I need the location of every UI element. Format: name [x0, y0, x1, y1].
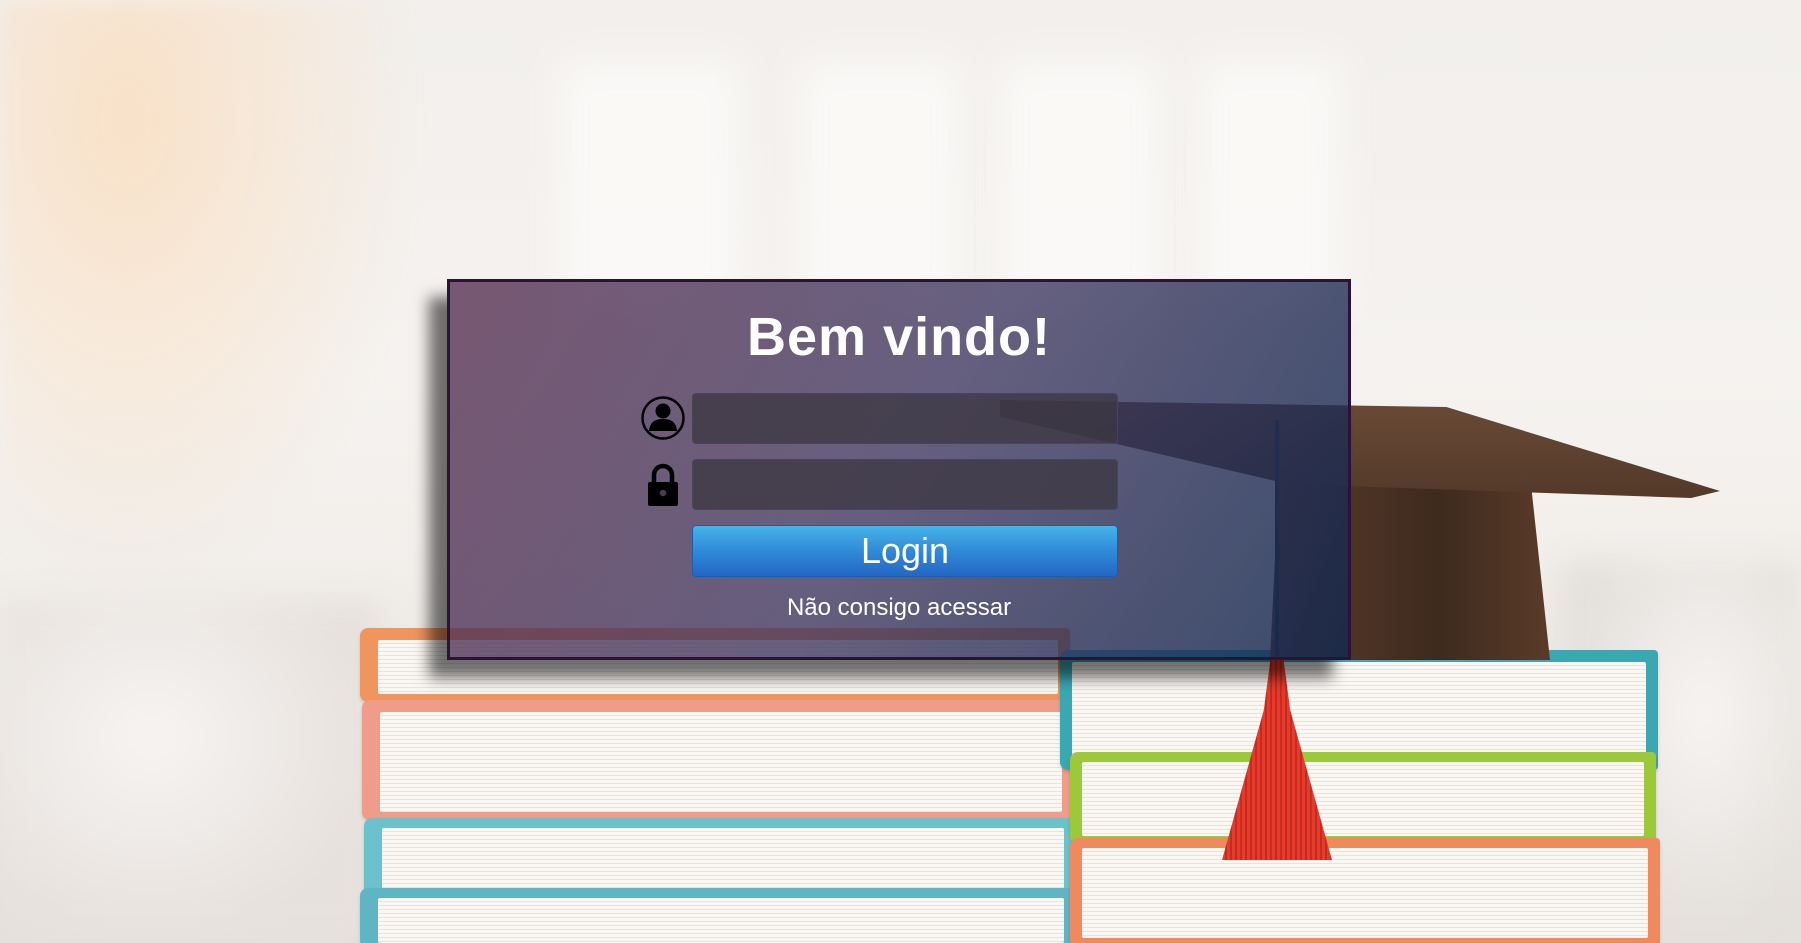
- background-sofa: [0, 600, 380, 943]
- background-window: [1000, 60, 1160, 310]
- login-panel: Bem vindo! Login Não consigo acessar: [447, 279, 1351, 660]
- background-window: [560, 60, 740, 310]
- lock-icon: [640, 461, 686, 507]
- username-row: [640, 393, 1140, 445]
- password-input[interactable]: [692, 459, 1118, 510]
- password-row: [640, 459, 1140, 511]
- book-pages: [382, 828, 1064, 890]
- background-window: [1200, 60, 1340, 310]
- book-pages: [1072, 662, 1646, 762]
- book-pages: [1082, 848, 1648, 938]
- book-pages: [380, 712, 1062, 812]
- background-window: [800, 60, 960, 310]
- forgot-access-link[interactable]: Não consigo acessar: [450, 594, 1348, 622]
- book-pages: [378, 898, 1064, 943]
- book-pages: [1082, 762, 1644, 836]
- login-button[interactable]: Login: [692, 525, 1118, 577]
- background-light: [0, 0, 420, 600]
- username-input[interactable]: [692, 393, 1118, 444]
- login-screen: Bem vindo! Login Não consigo acessar: [0, 0, 1801, 943]
- welcome-title: Bem vindo!: [746, 307, 1052, 367]
- user-icon: [640, 395, 686, 441]
